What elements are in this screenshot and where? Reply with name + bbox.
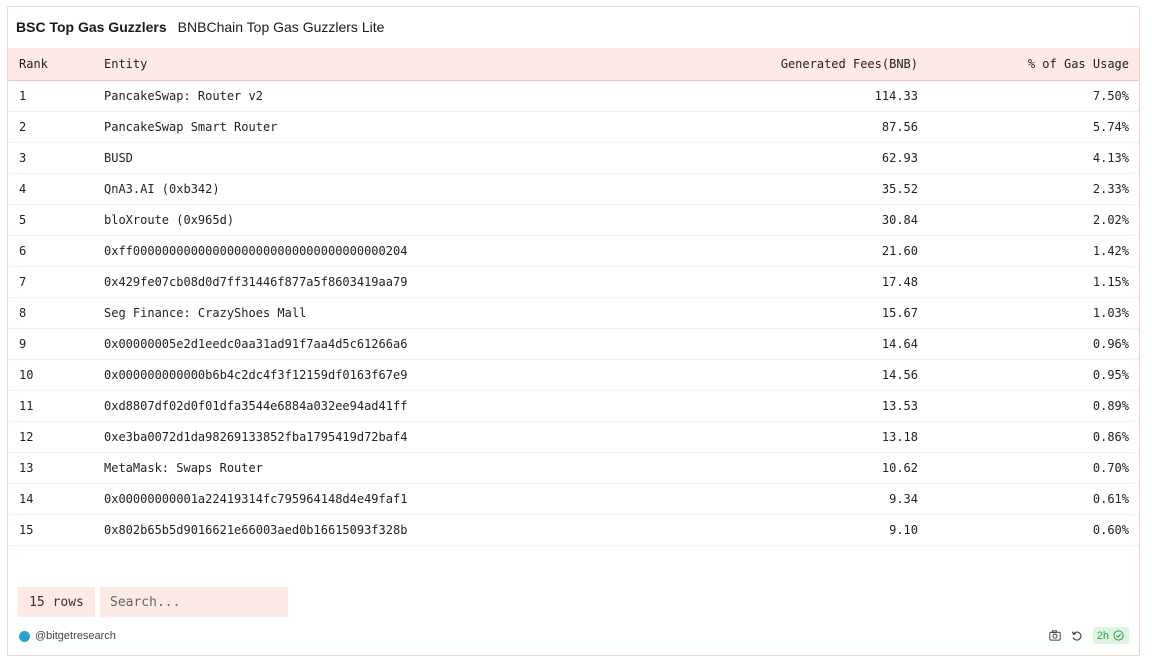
cell-fees: 15.67 <box>881 305 918 320</box>
cell-gas-usage: 0.96% <box>1092 336 1129 351</box>
avatar <box>19 630 30 642</box>
cell-entity: 0x00000005e2d1eedc0aa31ad91f7aa4d5c61266… <box>104 336 408 351</box>
table-row[interactable]: 10 0x000000000000b6b4c2dc4f3f12159df0163f… <box>8 359 1139 390</box>
cell-rank: 14 <box>19 491 34 506</box>
camera-icon[interactable] <box>1049 629 1062 642</box>
cell-entity: MetaMask: Swaps Router <box>104 460 263 475</box>
cell-entity: bloXroute (0x965d) <box>104 212 235 227</box>
query-result-card: BSC Top Gas Guzzlers BNBChain Top Gas Gu… <box>7 6 1140 656</box>
table-header-row: Rank Entity Generated Fees(BNB) % of Gas… <box>8 48 1139 81</box>
cell-gas-usage: 0.89% <box>1092 398 1129 413</box>
cell-rank: 7 <box>19 274 27 289</box>
cell-entity: PancakeSwap Smart Router <box>104 119 278 134</box>
card-header: BSC Top Gas Guzzlers BNBChain Top Gas Gu… <box>8 7 1139 47</box>
cell-rank: 4 <box>19 181 27 196</box>
cell-entity: 0xe3ba0072d1da98269133852fba1795419d72ba… <box>104 429 408 444</box>
cell-entity: BUSD <box>104 150 133 165</box>
table-row[interactable]: 5 bloXroute (0x965d) 30.84 2.02% <box>8 204 1139 235</box>
table-row[interactable]: 14 0x00000000001a22419314fc795964148d4e49… <box>8 483 1139 514</box>
page-subtitle: BNBChain Top Gas Guzzlers Lite <box>177 19 385 35</box>
cell-gas-usage: 1.15% <box>1092 274 1129 289</box>
refresh-icon[interactable] <box>1071 629 1084 642</box>
table-row[interactable]: 9 0x00000005e2d1eedc0aa31ad91f7aa4d5c6126… <box>8 328 1139 359</box>
table-row[interactable]: 4 QnA3.AI (0xb342) 35.52 2.33% <box>8 173 1139 204</box>
table-row[interactable]: 7 0x429fe07cb08d0d7ff31446f877a5f8603419a… <box>8 266 1139 297</box>
cell-fees: 35.52 <box>881 181 918 196</box>
cell-entity: 0xff000000000000000000000000000000000002… <box>104 243 408 258</box>
cell-gas-usage: 1.42% <box>1092 243 1129 258</box>
cell-gas-usage: 5.74% <box>1092 119 1129 134</box>
column-header-entity[interactable]: Entity <box>104 48 718 81</box>
column-header-rank[interactable]: Rank <box>8 48 104 81</box>
cell-fees: 9.34 <box>889 491 918 506</box>
table-row[interactable]: 1 PancakeSwap: Router v2 114.33 7.50% <box>8 80 1139 111</box>
cell-rank: 12 <box>19 429 34 444</box>
cell-entity: 0xd8807df02d0f01dfa3544e6884a032ee94ad41… <box>104 398 408 413</box>
cell-gas-usage: 7.50% <box>1092 88 1129 103</box>
cell-rank: 2 <box>19 119 27 134</box>
freshness-age: 2h <box>1096 629 1109 642</box>
cell-fees: 30.84 <box>881 212 918 227</box>
cell-gas-usage: 0.86% <box>1092 429 1129 444</box>
cell-entity: 0x000000000000b6b4c2dc4f3f12159df0163f67… <box>104 367 408 382</box>
cell-fees: 13.53 <box>881 398 918 413</box>
table-row[interactable]: 8 Seg Finance: CrazyShoes Mall 15.67 1.03% <box>8 297 1139 328</box>
cell-fees: 87.56 <box>881 119 918 134</box>
table-controls: 15 rows <box>18 587 288 617</box>
cell-entity: Seg Finance: CrazyShoes Mall <box>104 305 307 320</box>
table-row[interactable]: 15 0x802b65b5d9016621e66003aed0b16615093f… <box>8 514 1139 545</box>
cell-rank: 9 <box>19 336 27 351</box>
table-row[interactable]: 6 0xff00000000000000000000000000000000000… <box>8 235 1139 266</box>
cell-entity: 0x00000000001a22419314fc795964148d4e49fa… <box>104 491 408 506</box>
cell-entity: 0x802b65b5d9016621e66003aed0b16615093f32… <box>104 522 408 537</box>
cell-fees: 14.64 <box>881 336 918 351</box>
cell-gas-usage: 0.60% <box>1092 522 1129 537</box>
cell-rank: 6 <box>19 243 27 258</box>
cell-rank: 10 <box>19 367 34 382</box>
cell-entity: 0x429fe07cb08d0d7ff31446f877a5f8603419aa… <box>104 274 408 289</box>
results-table: Rank Entity Generated Fees(BNB) % of Gas… <box>8 48 1139 546</box>
cell-rank: 3 <box>19 150 27 165</box>
cell-gas-usage: 0.70% <box>1092 460 1129 475</box>
cell-gas-usage: 4.13% <box>1092 150 1129 165</box>
card-actions: 2h <box>1049 627 1129 644</box>
check-circle-icon <box>1112 629 1125 642</box>
freshness-badge: 2h <box>1092 627 1129 644</box>
column-header-gas-usage[interactable]: % of Gas Usage <box>918 48 1139 81</box>
cell-rank: 5 <box>19 212 27 227</box>
table-row[interactable]: 11 0xd8807df02d0f01dfa3544e6884a032ee94ad… <box>8 390 1139 421</box>
cell-gas-usage: 2.02% <box>1092 212 1129 227</box>
cell-fees: 13.18 <box>881 429 918 444</box>
table-row[interactable]: 13 MetaMask: Swaps Router 10.62 0.70% <box>8 452 1139 483</box>
cell-entity: QnA3.AI (0xb342) <box>104 181 220 196</box>
cell-gas-usage: 0.95% <box>1092 367 1129 382</box>
column-header-fees[interactable]: Generated Fees(BNB) <box>718 48 918 81</box>
author-credit[interactable]: @bitgetresearch <box>19 630 116 642</box>
cell-rank: 1 <box>19 88 27 103</box>
cell-rank: 15 <box>19 522 34 537</box>
cell-fees: 10.62 <box>881 460 918 475</box>
cell-gas-usage: 2.33% <box>1092 181 1129 196</box>
table-row[interactable]: 3 BUSD 62.93 4.13% <box>8 142 1139 173</box>
table-row[interactable]: 12 0xe3ba0072d1da98269133852fba1795419d72… <box>8 421 1139 452</box>
cell-fees: 62.93 <box>881 150 918 165</box>
cell-fees: 21.60 <box>881 243 918 258</box>
cell-rank: 8 <box>19 305 27 320</box>
cell-gas-usage: 0.61% <box>1092 491 1129 506</box>
cell-rank: 11 <box>19 398 34 413</box>
row-count-badge: 15 rows <box>18 587 95 617</box>
page-title: BSC Top Gas Guzzlers <box>16 19 167 35</box>
cell-gas-usage: 1.03% <box>1092 305 1129 320</box>
cell-rank: 13 <box>19 460 34 475</box>
cell-fees: 114.33 <box>874 88 918 103</box>
cell-fees: 17.48 <box>881 274 918 289</box>
cell-fees: 14.56 <box>881 367 918 382</box>
table-row[interactable]: 2 PancakeSwap Smart Router 87.56 5.74% <box>8 111 1139 142</box>
cell-fees: 9.10 <box>889 522 918 537</box>
search-input[interactable] <box>100 587 288 617</box>
author-name[interactable]: @bitgetresearch <box>35 630 116 642</box>
cell-entity: PancakeSwap: Router v2 <box>104 88 263 103</box>
